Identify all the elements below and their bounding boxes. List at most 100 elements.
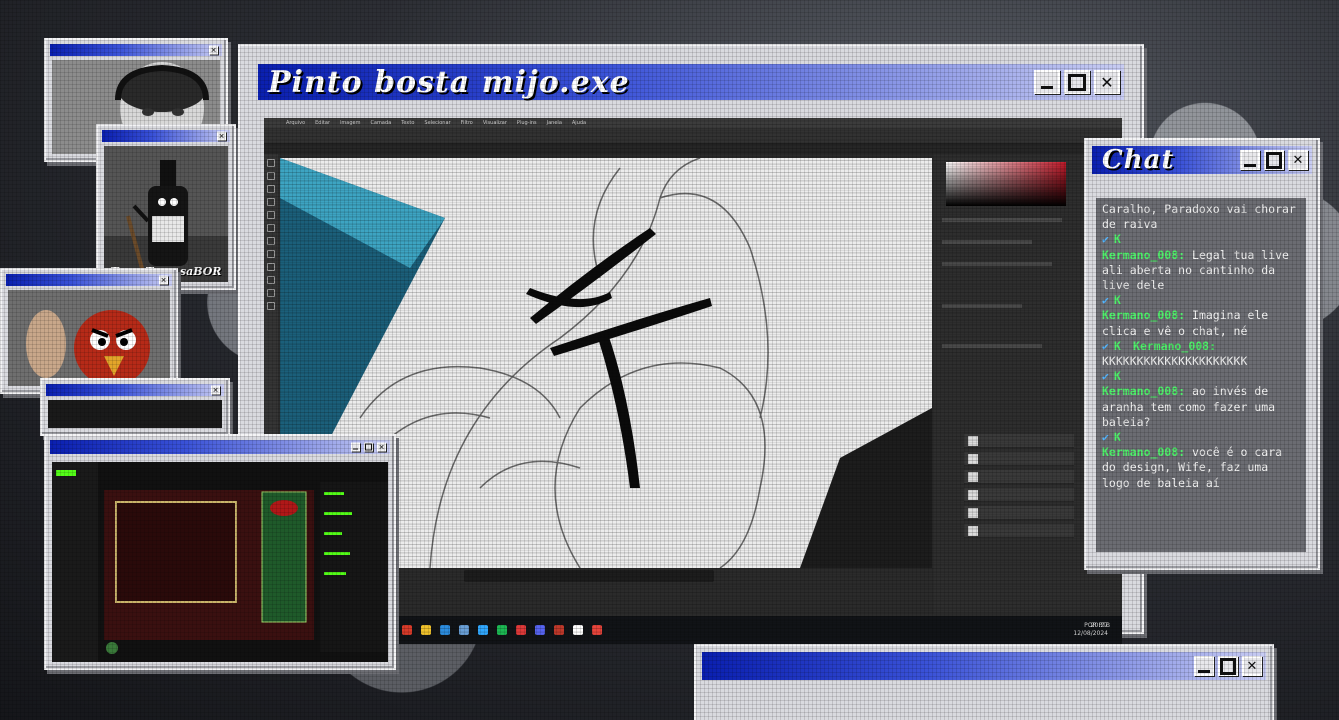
bottle-character-image: Tung Tung saBOR xyxy=(104,146,228,282)
marquee-tool-icon[interactable] xyxy=(267,172,275,180)
pen-tool-icon[interactable] xyxy=(267,263,275,271)
ps-document-tabs[interactable] xyxy=(264,144,1122,154)
chat-username[interactable]: Kermano_008: xyxy=(1102,445,1185,459)
chat-message-text: Caralho, Paradoxo vai chorar de raiva xyxy=(1102,202,1296,232)
edge-icon[interactable] xyxy=(440,625,450,635)
chat-username[interactable]: Kermano_008: xyxy=(1133,339,1216,353)
color-picker[interactable] xyxy=(946,162,1066,206)
webcam-1-titlebar[interactable]: ✕ xyxy=(50,44,222,56)
ps-menu-item[interactable]: Arquivo xyxy=(286,120,305,126)
ps-menu-item[interactable]: Texto xyxy=(401,120,414,126)
ps-menu-item[interactable]: Plug-ins xyxy=(517,120,537,126)
maximize-icon[interactable] xyxy=(1064,70,1090,94)
ps-menubar: Arquivo Editar Imagem Camada Texto Selec… xyxy=(264,118,1122,128)
ps-menu-item[interactable]: Selecionar xyxy=(424,120,450,126)
meme-titlebar[interactable]: ✕ xyxy=(6,274,172,286)
verified-badge-icon: ✔ xyxy=(1102,293,1109,308)
chat-username[interactable]: Kermano_008: xyxy=(1102,248,1185,262)
panel-divider xyxy=(942,344,1042,348)
chat-username[interactable]: Kermano_008: xyxy=(1102,384,1185,398)
app-icon[interactable] xyxy=(516,625,526,635)
main-window-title: Pinto bosta mijo.exe xyxy=(268,64,630,100)
panel-divider xyxy=(942,304,1022,308)
kick-stream-capture xyxy=(52,462,388,662)
lasso-tool-icon[interactable] xyxy=(267,185,275,193)
app-icon[interactable] xyxy=(497,625,507,635)
layer-row[interactable] xyxy=(964,470,1074,484)
ps-menu-item[interactable]: Visualizar xyxy=(483,120,507,126)
app-icon[interactable] xyxy=(402,625,412,635)
small-window-titlebar[interactable]: ✕ xyxy=(46,384,224,396)
maximize-icon[interactable] xyxy=(364,442,373,452)
small-window-strip: ✕ xyxy=(40,378,230,436)
close-icon[interactable]: ✕ xyxy=(377,442,386,452)
verified-badge-icon: ✔ xyxy=(1102,430,1109,445)
kick-badge-icon: K xyxy=(1114,369,1121,384)
chat-username[interactable]: Kermano_008: xyxy=(1102,308,1185,322)
photoshop-icon[interactable] xyxy=(478,625,488,635)
layer-row[interactable] xyxy=(964,452,1074,466)
minimize-icon[interactable] xyxy=(1034,70,1060,94)
sticker-titlebar[interactable]: ✕ xyxy=(102,130,230,142)
close-icon[interactable]: ✕ xyxy=(209,45,218,55)
maximize-icon[interactable] xyxy=(1264,150,1284,170)
minimize-icon[interactable] xyxy=(351,442,360,452)
clock-date: 12/08/2024 xyxy=(1073,630,1108,637)
layer-row[interactable] xyxy=(964,506,1074,520)
ps-contextual-taskbar[interactable] xyxy=(464,570,714,582)
stream-overlay: ✕ ✕ saBOR ✕ ✕ Pinto bosta mijo.exe ✕ Arq… xyxy=(0,0,1339,720)
hand-tool-icon[interactable] xyxy=(267,289,275,297)
chat-titlebar[interactable]: Chat ✕ xyxy=(1092,145,1312,175)
close-icon[interactable]: ✕ xyxy=(1242,656,1262,676)
close-icon[interactable]: ✕ xyxy=(217,131,226,141)
layer-row[interactable] xyxy=(964,488,1074,502)
minimize-icon[interactable] xyxy=(1240,150,1260,170)
bottom-window-titlebar[interactable]: ✕ xyxy=(702,652,1266,680)
kick-badge-icon: K xyxy=(1114,232,1121,247)
gradient-tool-icon[interactable] xyxy=(267,250,275,258)
main-titlebar[interactable]: Pinto bosta mijo.exe ✕ xyxy=(258,64,1124,100)
brush-tool-icon[interactable] xyxy=(267,211,275,219)
ps-menu-item[interactable]: Camada xyxy=(370,120,391,126)
close-icon[interactable]: ✕ xyxy=(1288,150,1308,170)
app-icon[interactable] xyxy=(592,625,602,635)
zoom-tool-icon[interactable] xyxy=(267,302,275,310)
eraser-tool-icon[interactable] xyxy=(267,237,275,245)
small-window-feed xyxy=(48,400,222,428)
kick-badge-icon: K xyxy=(1114,293,1121,308)
panel-divider xyxy=(942,262,1052,266)
ps-menu-item[interactable]: Editar xyxy=(315,120,330,126)
chat-message-text: KKKKKKKKKKKKKKKKKKKKK xyxy=(1102,354,1248,369)
folder-icon[interactable] xyxy=(421,625,431,635)
move-tool-icon[interactable] xyxy=(267,159,275,167)
ps-options-bar xyxy=(264,128,1122,144)
sticker-window-bottle: ✕ Tung Tung saBOR xyxy=(96,124,236,290)
stream-titlebar[interactable]: ✕ xyxy=(50,440,390,454)
app-icon[interactable] xyxy=(554,625,564,635)
chat-message: ✔ K Kermano_008: ao invés de aranha tem c… xyxy=(1102,369,1300,430)
chat-message: ✔ K Kermano_008: Imagina ele clica e vê o… xyxy=(1102,293,1300,339)
ps-menu-item[interactable]: Janela xyxy=(547,120,562,126)
maximize-icon[interactable] xyxy=(1218,656,1238,676)
chat-message: ✔ K Kermano_008: Legal tua live ali abert… xyxy=(1102,232,1300,293)
discord-icon[interactable] xyxy=(535,625,545,635)
ps-menu-item[interactable]: Filtro xyxy=(461,120,473,126)
obs-icon[interactable] xyxy=(573,625,583,635)
ps-menu-item[interactable]: Ajuda xyxy=(572,120,586,126)
bottom-window: ✕ xyxy=(694,644,1274,720)
text-tool-icon[interactable] xyxy=(267,276,275,284)
close-icon[interactable]: ✕ xyxy=(159,275,168,285)
layer-row[interactable] xyxy=(964,524,1074,538)
close-icon[interactable]: ✕ xyxy=(211,385,220,395)
minimize-icon[interactable] xyxy=(1194,656,1214,676)
stamp-tool-icon[interactable] xyxy=(267,224,275,232)
clock[interactable]: 20:27 12/08/2024 xyxy=(1073,622,1108,638)
kick-badge-icon: K xyxy=(1114,430,1121,445)
crop-tool-icon[interactable] xyxy=(267,198,275,206)
layer-row[interactable] xyxy=(964,434,1074,448)
close-icon[interactable]: ✕ xyxy=(1094,70,1120,94)
kick-badge-icon: K xyxy=(1114,338,1121,353)
chat-window: Chat ✕ Caralho, Paradoxo vai chorar de r… xyxy=(1084,138,1320,570)
ps-menu-item[interactable]: Imagem xyxy=(340,120,361,126)
steam-icon[interactable] xyxy=(459,625,469,635)
